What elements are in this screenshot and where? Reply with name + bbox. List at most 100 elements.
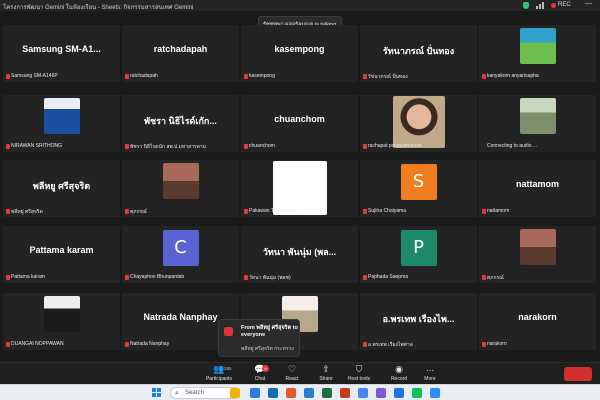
muted-mic-icon — [125, 342, 129, 347]
participant-tile[interactable]: nattamom nattamom — [479, 160, 596, 217]
participant-video — [43, 296, 80, 332]
muted-mic-icon — [482, 74, 486, 79]
participant-name-label: วัทนา พันนุ่ม (พลช) — [243, 274, 291, 282]
participant-tile[interactable]: วัทนา พันนุ่ม (พล... วัทนา พันนุ่ม (พลช) — [241, 226, 358, 283]
participant-name-label: NIRAWAN SRITHONG — [5, 143, 62, 151]
participant-name-label: DUANGAI NOPPAWAN — [5, 341, 64, 349]
participant-name-label: narakorn — [481, 341, 507, 349]
muted-mic-icon — [6, 144, 10, 149]
zoom-app-icon[interactable] — [430, 388, 440, 398]
share-label: Share — [319, 376, 333, 382]
participant-name-label: พัชรา นิธิไรดนัก สพ.ป.มหาสารคาม — [124, 143, 206, 151]
participant-tile[interactable]: Pakawan Thaveechai — [241, 160, 358, 217]
teams-icon[interactable] — [376, 388, 386, 398]
muted-mic-icon — [244, 275, 248, 280]
participant-tile[interactable]: Pattama karam Pattama karam — [3, 226, 120, 283]
store-icon[interactable] — [250, 388, 260, 398]
participant-name-label: ratchadapah — [124, 73, 158, 81]
participant-display-name: วัทนา พันนุ่ม (พล... — [262, 247, 337, 257]
participant-tile[interactable]: ratchadapah ratchadapah — [122, 25, 239, 82]
participant-tile[interactable]: C Chayaphon Bhunpardab — [122, 226, 239, 283]
os-taskbar: ⌕ Search — [0, 384, 600, 400]
powerpoint-icon[interactable] — [340, 388, 350, 398]
chat-icon: 💬 — [254, 365, 266, 375]
participant-tile[interactable]: Connecting to audio ... — [479, 95, 596, 152]
more-label: More — [424, 376, 436, 382]
line-icon[interactable] — [412, 388, 422, 398]
signal-strength-icon[interactable] — [536, 2, 544, 9]
participant-name-label: Connecting to audio ... — [487, 143, 538, 149]
participant-name-label: ศุภกรณ์ — [481, 274, 504, 282]
participant-tile[interactable]: พัชรา นิธิไรด์เกัก... พัชรา นิธิไรดนัก สพ… — [122, 95, 239, 152]
share-button[interactable]: ⇧ Share — [310, 365, 342, 384]
participant-name-label: chuanchom — [243, 143, 275, 151]
windows-start-icon[interactable] — [152, 388, 162, 398]
participant-video — [272, 161, 327, 215]
participant-name-label: kasempong — [243, 73, 275, 81]
chat-notification-message: พลีหยู่ ศรีสุจริต กระทรวง — [241, 346, 294, 352]
minimize-icon[interactable]: — — [585, 0, 592, 7]
react-button[interactable]: ♡ React — [276, 365, 308, 384]
participant-tile[interactable]: kasempong kasempong — [241, 25, 358, 82]
chat-button[interactable]: 💬 9 Chat — [244, 365, 276, 384]
participant-tile[interactable]: rachapat pchayamahoot — [360, 95, 477, 152]
participant-tile[interactable]: ศุภกรณ์ — [479, 226, 596, 283]
participant-tile[interactable]: P Paphada Saepma — [360, 226, 477, 283]
participant-tile[interactable]: ศุภกรณ์ — [122, 160, 239, 217]
muted-mic-icon — [244, 209, 248, 214]
excel-icon[interactable] — [322, 388, 332, 398]
participant-tile[interactable]: รัทนาภรณ์ ปั่นทองรัชนาภรณ์ ปั่นทอง — [360, 25, 477, 82]
muted-mic-icon — [363, 209, 367, 214]
participant-tile[interactable]: chuanchom chuanchom — [241, 95, 358, 152]
participant-display-name: nattamom — [515, 179, 559, 189]
security-shield-icon[interactable] — [523, 2, 529, 9]
participants-label: Participants — [205, 376, 233, 382]
share-arrow-icon: ⇧ — [322, 365, 330, 375]
participant-name-label: อ.พรเทพ เรืองไพศาล — [362, 341, 413, 349]
participants-button[interactable]: 👥 285 Participants — [203, 365, 235, 384]
participant-display-name: อ.พรเทพ เรืองไพ... — [382, 314, 455, 324]
search-icon: ⌕ — [175, 389, 179, 397]
more-button[interactable]: ⋯ More — [414, 365, 446, 384]
muted-mic-icon — [6, 74, 10, 79]
chat-bubble-icon — [224, 327, 233, 336]
host-tools-label: Host tools — [347, 376, 371, 382]
word-icon[interactable] — [304, 388, 314, 398]
participant-avatar: C — [162, 230, 199, 266]
taskbar-search-placeholder: Search — [185, 390, 205, 396]
participant-tile[interactable]: DUANGAI NOPPAWAN — [3, 293, 120, 350]
chat-notification[interactable]: From พลีหยู่ ศรีสุจริต to everyone พลีหย… — [218, 319, 300, 357]
host-tools-button[interactable]: ⛉ Host tools — [343, 365, 375, 384]
muted-mic-icon — [363, 275, 367, 280]
participant-tile[interactable]: narakorn narakorn — [479, 293, 596, 350]
participant-name-label: รัชนาภรณ์ ปั่นทอง — [362, 73, 408, 81]
muted-mic-icon — [482, 342, 486, 347]
muted-mic-icon — [482, 209, 486, 214]
participant-tile[interactable]: S Sujitra Chaiyama — [360, 160, 477, 217]
participant-tile[interactable]: พลีหยู ศรีสุจริต พลีหยู่ ศรีสุจริต — [3, 160, 120, 217]
participant-video — [519, 98, 556, 134]
office-icon[interactable] — [286, 388, 296, 398]
record-button[interactable]: ◉ Record — [383, 365, 415, 384]
window-title-bar: โครงการพัฒนา Gemini ในห้องเรียน - Sheets… — [0, 0, 600, 11]
participant-tile[interactable]: NIRAWAN SRITHONG — [3, 95, 120, 152]
file-explorer-icon[interactable] — [230, 388, 240, 398]
chrome-icon[interactable] — [358, 388, 368, 398]
participant-tile[interactable]: อ.พรเทพ เรืองไพ... อ.พรเทพ เรืองไพศาล — [360, 293, 477, 350]
shield-icon: ⛉ — [355, 365, 363, 375]
participant-display-name: ratchadapah — [153, 44, 208, 54]
muted-mic-icon — [482, 275, 486, 280]
participant-name-label: Pakawan Thaveechai — [243, 208, 297, 216]
recording-status[interactable]: REC — [558, 2, 571, 8]
participant-video — [519, 229, 556, 265]
participant-name-label: Sujitra Chaiyama — [362, 208, 406, 216]
muted-mic-icon — [363, 342, 367, 347]
participant-tile[interactable]: Samsung SM-A1... Samsung SM-A146P — [3, 25, 120, 82]
participant-display-name: รัทนาภรณ์ ปั่นทอง — [382, 46, 455, 56]
edge-icon[interactable] — [268, 388, 278, 398]
zoom-icon[interactable] — [394, 388, 404, 398]
participant-tile[interactable]: kanyakorn anyarisapha — [479, 25, 596, 82]
participant-name-label: kanyakorn anyarisapha — [481, 73, 539, 81]
chat-notification-sender: From พลีหยู่ ศรีสุจริต to everyone — [241, 325, 298, 338]
end-meeting-button[interactable] — [564, 367, 592, 381]
